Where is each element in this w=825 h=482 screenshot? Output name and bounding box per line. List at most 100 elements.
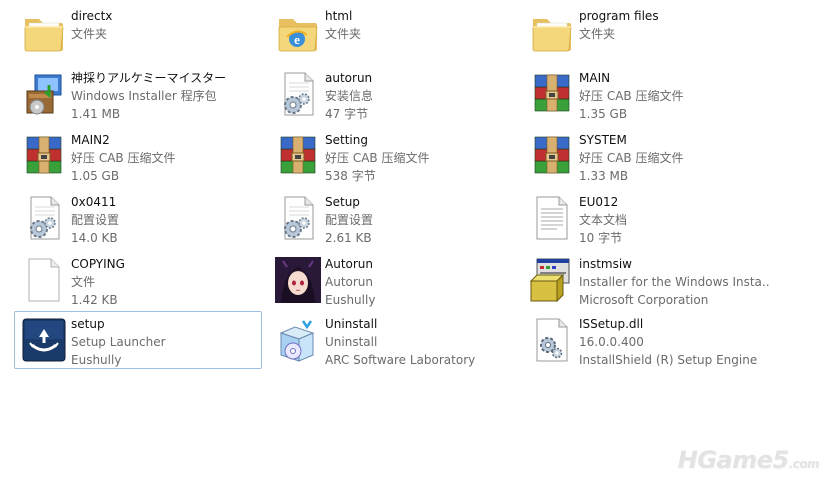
file-type: 16.0.0.400 — [579, 335, 644, 349]
watermark-text: HGame5 — [677, 446, 789, 474]
file-item[interactable]: MAIN 好压 CAB 压缩文件 1.35 GB — [522, 65, 770, 123]
folder-icon — [19, 7, 69, 57]
file-detail: 47 字节 — [325, 107, 369, 121]
file-item[interactable]: program files 文件夹 — [522, 3, 770, 61]
file-item[interactable]: autorun 安装信息 47 字节 — [268, 65, 516, 123]
file-type: Windows Installer 程序包 — [71, 89, 217, 103]
file-item-text: SYSTEM 好压 CAB 压缩文件 1.33 MB — [579, 131, 769, 185]
file-type: 好压 CAB 压缩文件 — [325, 151, 430, 165]
file-item[interactable]: 0x0411 配置设置 14.0 KB — [14, 189, 262, 247]
settings-file-icon — [19, 193, 69, 243]
watermark: HGame5.com — [677, 446, 820, 474]
file-item-text: setup Setup Launcher Eushully — [71, 315, 261, 369]
file-name: program files — [579, 9, 659, 23]
file-item-text: MAIN 好压 CAB 压缩文件 1.35 GB — [579, 69, 769, 123]
file-type: 安装信息 — [325, 89, 374, 103]
file-detail: 1.05 GB — [71, 169, 120, 183]
file-type: Installer for the Windows Insta... — [579, 275, 769, 289]
file-detail: 1.42 KB — [71, 293, 118, 307]
file-item[interactable]: directx 文件夹 — [14, 3, 262, 61]
settings-file-icon — [273, 193, 323, 243]
file-item-text: 0x0411 配置设置 14.0 KB — [71, 193, 261, 247]
file-item-text: directx 文件夹 — [71, 7, 261, 61]
file-type: 配置设置 — [71, 213, 120, 227]
file-name: 神採りアルケミーマイスター — [71, 71, 227, 85]
file-name: EU012 — [579, 195, 619, 209]
file-item[interactable]: 神採りアルケミーマイスター Windows Installer 程序包 1.41 M… — [14, 65, 262, 123]
folder-icon — [527, 7, 577, 57]
text-file-icon — [527, 193, 577, 243]
file-item-text: EU012 文本文档 10 字节 — [579, 193, 769, 247]
file-name: COPYING — [71, 257, 125, 271]
file-item[interactable]: Setting 好压 CAB 压缩文件 538 字节 — [268, 127, 516, 185]
file-detail: Eushully — [71, 353, 122, 367]
file-name: MAIN2 — [71, 133, 110, 147]
file-type: 文件夹 — [71, 27, 108, 41]
file-item-text: Setup 配置设置 2.61 KB — [325, 193, 515, 247]
file-item-text: autorun 安装信息 47 字节 — [325, 69, 515, 123]
file-item[interactable]: Setup 配置设置 2.61 KB — [268, 189, 516, 247]
file-name: ISSetup.dll — [579, 317, 644, 331]
file-name: directx — [71, 9, 113, 23]
file-item[interactable]: setup Setup Launcher Eushully — [14, 311, 262, 369]
file-item[interactable]: Uninstall Uninstall ARC Software Laborator… — [268, 311, 516, 369]
file-detail: Eushully — [325, 293, 376, 307]
file-name: SYSTEM — [579, 133, 627, 147]
file-detail — [71, 43, 261, 61]
file-name: setup — [71, 317, 105, 331]
file-item-text: html 文件夹 — [325, 7, 515, 61]
file-name: MAIN — [579, 71, 611, 85]
settings-file-icon — [273, 69, 323, 119]
file-item[interactable]: SYSTEM 好压 CAB 压缩文件 1.33 MB — [522, 127, 770, 185]
file-type: Autorun — [325, 275, 374, 289]
archive-icon — [19, 131, 69, 181]
file-name: Setup — [325, 195, 360, 209]
file-detail: 2.61 KB — [325, 231, 372, 245]
file-name: Uninstall — [325, 317, 378, 331]
file-list-view: directx 文件夹 e html 文件夹 program files 文件夹神採りアルケ… — [0, 0, 825, 482]
watermark-suffix: .com — [788, 457, 820, 471]
file-name: autorun — [325, 71, 373, 85]
file-type: 文本文档 — [579, 213, 628, 227]
file-item-text: ISSetup.dll 16.0.0.400 InstallShield (R) S… — [579, 315, 769, 369]
file-item[interactable]: e html 文件夹 — [268, 3, 516, 61]
file-item-text: 神採りアルケミーマイスター Windows Installer 程序包 1.41 M… — [71, 69, 261, 123]
file-name: 0x0411 — [71, 195, 117, 209]
file-item[interactable]: MAIN2 好压 CAB 压缩文件 1.05 GB — [14, 127, 262, 185]
file-detail: Microsoft Corporation — [579, 293, 709, 307]
launcher-icon — [19, 315, 69, 365]
ie-folder-icon: e — [273, 7, 323, 57]
file-item-text: COPYING 文件 1.42 KB — [71, 255, 261, 309]
file-item[interactable]: COPYING 文件 1.42 KB — [14, 251, 262, 309]
msi-installer-icon — [527, 255, 577, 305]
file-detail: 538 字节 — [325, 169, 376, 183]
file-detail: InstallShield (R) Setup Engine — [579, 353, 758, 367]
file-detail — [579, 43, 769, 61]
file-item[interactable]: EU012 文本文档 10 字节 — [522, 189, 770, 247]
uninstall-box-icon — [273, 315, 323, 365]
file-item[interactable]: instmsiw Installer for the Windows Insta.… — [522, 251, 770, 309]
blank-file-icon — [19, 255, 69, 305]
archive-icon — [527, 131, 577, 181]
file-detail — [325, 43, 515, 61]
file-type: 好压 CAB 压缩文件 — [579, 89, 684, 103]
file-item[interactable]: ISSetup.dll 16.0.0.400 InstallShield (R) S… — [522, 311, 770, 369]
file-detail: ARC Software Laboratory — [325, 353, 476, 367]
archive-icon — [273, 131, 323, 181]
file-type: 配置设置 — [325, 213, 374, 227]
file-item-text: MAIN2 好压 CAB 压缩文件 1.05 GB — [71, 131, 261, 185]
file-type: Setup Launcher — [71, 335, 166, 349]
installer-package-icon — [19, 69, 69, 119]
file-type: 好压 CAB 压缩文件 — [579, 151, 684, 165]
file-name: Autorun — [325, 257, 374, 271]
file-type: 文件夹 — [325, 27, 362, 41]
file-type: Uninstall — [325, 335, 378, 349]
file-item-text: Setting 好压 CAB 压缩文件 538 字节 — [325, 131, 515, 185]
file-detail: 1.33 MB — [579, 169, 629, 183]
dll-file-icon — [527, 315, 577, 365]
file-detail: 1.41 MB — [71, 107, 121, 121]
svg-text:e: e — [294, 32, 300, 47]
file-item[interactable]: Autorun Autorun Eushully — [268, 251, 516, 309]
file-item-text: Uninstall Uninstall ARC Software Laborator… — [325, 315, 515, 369]
file-type: 文件夹 — [579, 27, 616, 41]
